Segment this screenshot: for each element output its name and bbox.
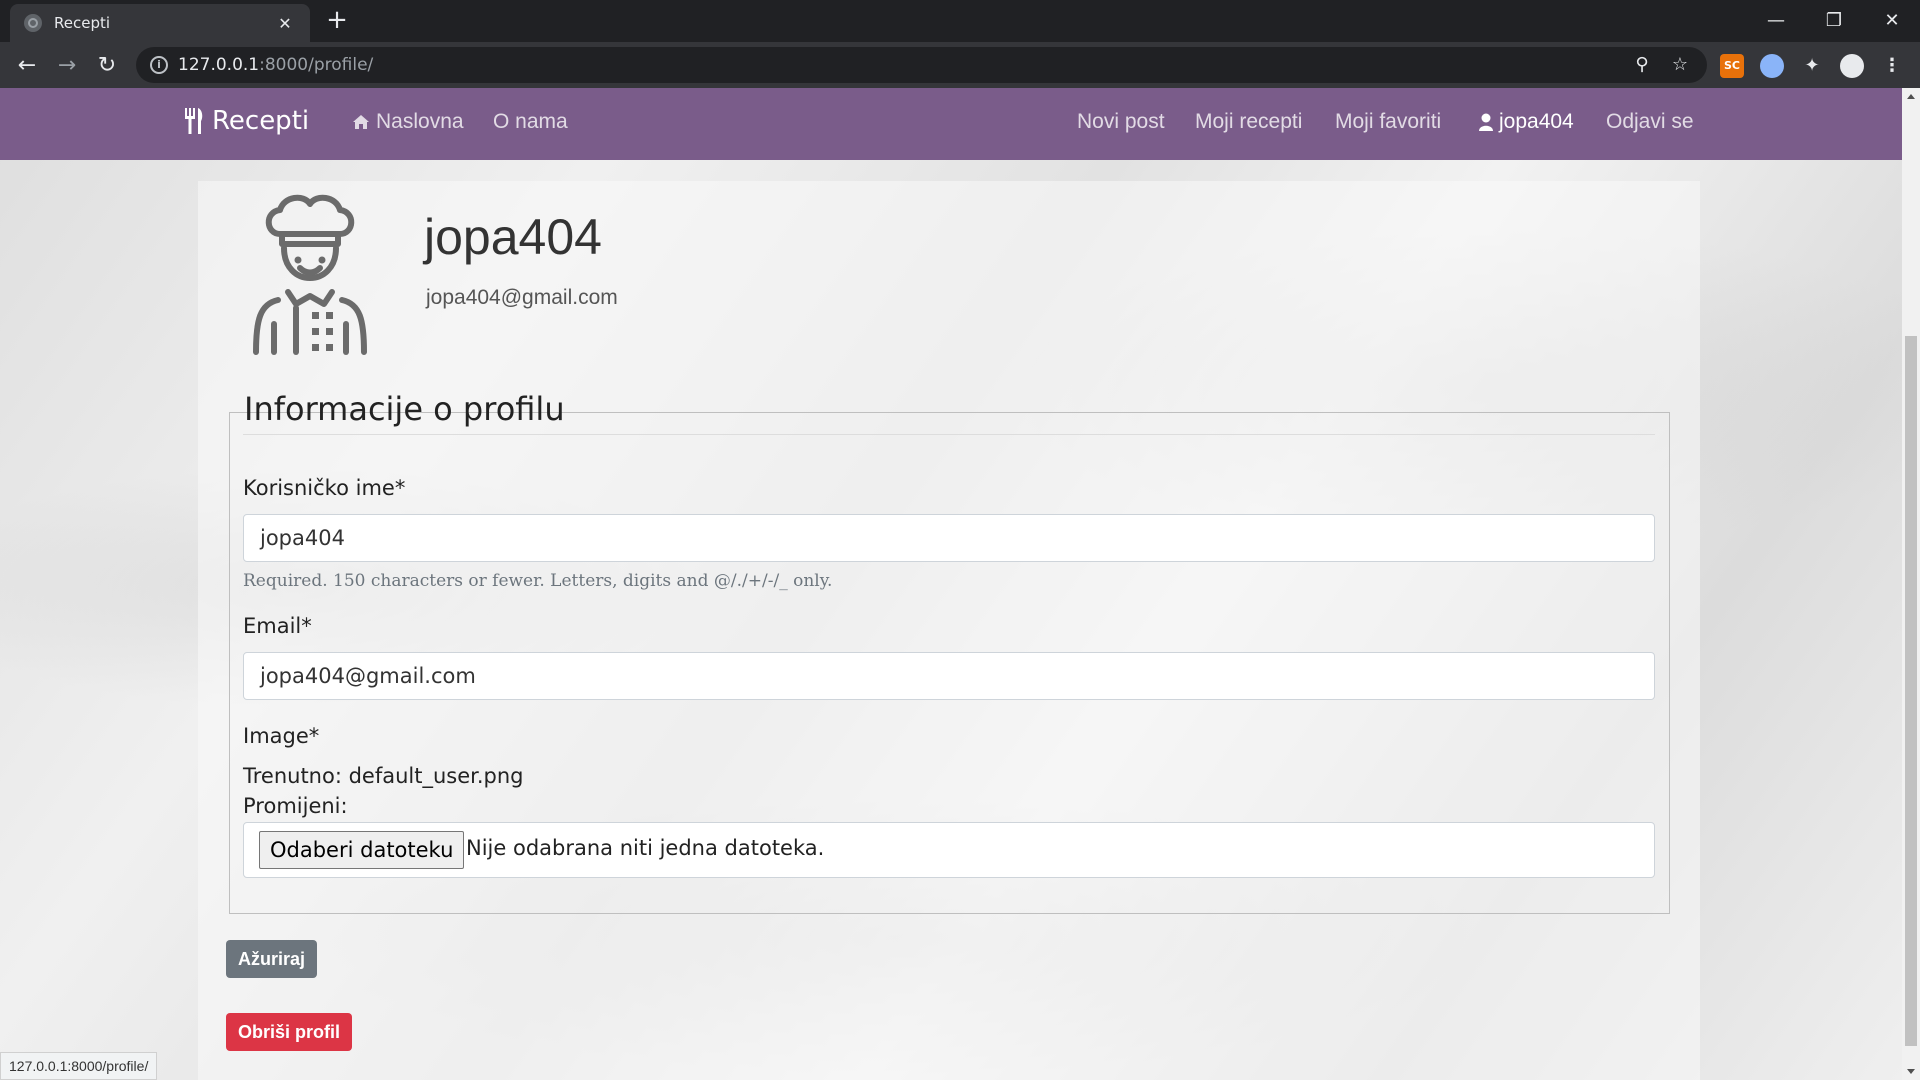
image-label: Image*: [243, 724, 320, 748]
choose-file-button[interactable]: Odaberi datoteku: [259, 831, 465, 869]
image-current: Trenutno: default_user.png: [243, 764, 524, 788]
link-status-bubble: 127.0.0.1:8000/profile/: [0, 1052, 158, 1080]
nav-my-favorites[interactable]: Moji favoriti: [1335, 110, 1441, 134]
extensions-puzzle-icon[interactable]: ✦: [1800, 54, 1824, 78]
brand-name[interactable]: Recepti: [212, 106, 309, 136]
scroll-down-icon[interactable]: [1907, 1069, 1915, 1074]
nav-about[interactable]: O nama: [493, 110, 568, 134]
scrollbar-thumb[interactable]: [1905, 336, 1917, 1046]
brand-logo[interactable]: Recepti: [184, 106, 309, 136]
email-input[interactable]: jopa404@gmail.com: [243, 652, 1655, 700]
utensils-icon: [185, 108, 203, 134]
new-tab-button[interactable]: +: [324, 7, 350, 34]
username-input-value: jopa404: [260, 526, 345, 550]
address-bar[interactable]: i 127.0.0.1:8000/profile/ ⚲ ☆: [136, 47, 1707, 83]
zoom-icon[interactable]: ⚲: [1630, 53, 1654, 77]
profile-email: jopa404@gmail.com: [426, 286, 618, 309]
username-label: Korisničko ime*: [243, 476, 406, 500]
nav-my-recipes[interactable]: Moji recepti: [1195, 110, 1302, 134]
back-icon[interactable]: ←: [12, 50, 42, 80]
nav-user-label: jopa404: [1499, 110, 1574, 133]
restore-window-icon[interactable]: ❐: [1806, 0, 1862, 40]
tab-favicon-icon: [24, 14, 42, 32]
image-change-label: Promijeni:: [243, 794, 348, 818]
legend-divider: [243, 434, 1655, 435]
tab-close-icon[interactable]: ✕: [274, 14, 296, 33]
home-icon: [353, 115, 369, 129]
user-icon: [1479, 113, 1493, 131]
site-navbar: Recepti Naslovna O nama Novi post Moji r…: [0, 88, 1902, 160]
delete-profile-button[interactable]: Obriši profil: [226, 1013, 353, 1051]
reload-icon[interactable]: ↻: [92, 50, 122, 80]
email-label: Email*: [243, 614, 312, 638]
nav-logout[interactable]: Odjavi se: [1606, 110, 1694, 134]
profile-avatar-icon[interactable]: [1840, 54, 1864, 78]
file-status-text: Nije odabrana niti jedna datoteka.: [466, 836, 825, 860]
browser-tab[interactable]: Recepti ✕: [10, 4, 310, 42]
nav-new-post[interactable]: Novi post: [1077, 110, 1165, 134]
forward-icon[interactable]: →: [52, 50, 82, 80]
email-input-value: jopa404@gmail.com: [260, 664, 476, 688]
browser-menu-icon[interactable]: ⋮: [1880, 54, 1904, 78]
browser-tab-bar: Recepti ✕ + — ❐ ✕: [0, 0, 1920, 42]
chef-avatar: [253, 194, 367, 355]
form-legend: Informacije o profilu: [244, 390, 565, 428]
nav-home[interactable]: Naslovna: [352, 110, 464, 134]
username-help-text: Required. 150 characters or fewer. Lette…: [243, 571, 833, 591]
nav-home-label: Naslovna: [376, 110, 464, 133]
address-url[interactable]: 127.0.0.1:8000/profile/: [178, 55, 373, 75]
extension-sc-icon[interactable]: SC: [1720, 54, 1744, 78]
image-file-input[interactable]: Odaberi datoteku Nije odabrana niti jedn…: [243, 822, 1655, 878]
bookmark-star-icon[interactable]: ☆: [1668, 53, 1692, 77]
page-scrollbar[interactable]: [1902, 88, 1920, 1080]
scroll-up-icon[interactable]: [1907, 94, 1915, 99]
page-viewport: Recepti Naslovna O nama Novi post Moji r…: [0, 88, 1902, 1080]
update-profile-button[interactable]: Ažuriraj: [226, 940, 318, 978]
minimize-window-icon[interactable]: —: [1748, 0, 1804, 40]
extension-circle-icon[interactable]: [1760, 54, 1784, 78]
nav-user[interactable]: jopa404: [1479, 110, 1574, 134]
close-window-icon[interactable]: ✕: [1864, 0, 1920, 40]
site-info-icon[interactable]: i: [150, 56, 168, 74]
browser-toolbar: ← → ↻ i 127.0.0.1:8000/profile/ ⚲ ☆ SC ✦…: [0, 42, 1920, 88]
profile-username-title: jopa404: [424, 209, 602, 265]
tab-title: Recepti: [54, 14, 111, 32]
username-input[interactable]: jopa404: [243, 514, 1655, 562]
